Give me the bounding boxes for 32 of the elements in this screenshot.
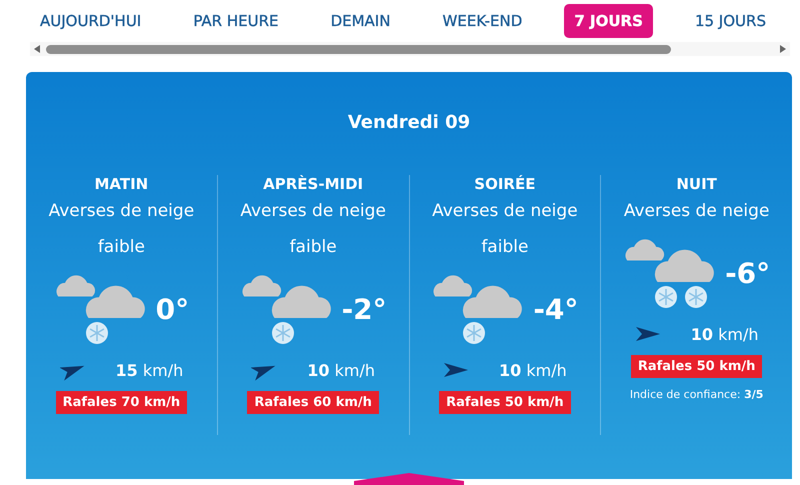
tab[interactable]: DEMAIN <box>320 4 400 38</box>
weather-description: Averses de neige faible <box>239 200 387 259</box>
period-name: APRÈS-MIDI <box>263 175 364 193</box>
tab[interactable]: AUJOURD'HUI <box>30 4 152 38</box>
temperature: -2° <box>342 292 387 326</box>
selection-marker-icon <box>354 473 464 485</box>
confidence-index: Indice de confiance: 3/5 <box>630 388 764 401</box>
wind-speed: 10 km/h <box>690 324 758 344</box>
tab[interactable]: 15 JOURS <box>684 4 776 38</box>
scrollbar[interactable] <box>30 42 790 56</box>
tab[interactable]: WEEK-END <box>432 4 532 38</box>
wind-speed: 10 km/h <box>307 360 375 380</box>
temperature: -4° <box>533 292 578 326</box>
period-name: MATIN <box>94 175 148 193</box>
period-name: NUIT <box>676 175 717 193</box>
period-name: SOIRÉE <box>474 175 536 193</box>
temperature: -6° <box>725 256 770 290</box>
gust-warning: Rafales 50 km/h <box>439 391 571 414</box>
gust-warning: Rafales 50 km/h <box>630 355 762 378</box>
wind-speed: 10 km/h <box>499 360 567 380</box>
gust-warning: Rafales 70 km/h <box>56 391 188 414</box>
gust-warning: Rafales 60 km/h <box>247 391 379 414</box>
scroll-left-icon[interactable] <box>34 45 40 53</box>
weather-description: Averses de neige faible <box>48 200 196 259</box>
wind-speed: 15 km/h <box>116 360 184 380</box>
temperature: 0° <box>156 292 190 326</box>
tab[interactable]: PAR HEURE <box>183 4 288 38</box>
day-title: Vendredi 09 <box>348 112 470 133</box>
weather-description: Averses de neige faible <box>431 200 579 259</box>
scroll-right-icon[interactable] <box>780 45 786 53</box>
tab[interactable]: 7 JOURS <box>564 4 653 38</box>
weather-description: Averses de neige <box>622 200 770 223</box>
